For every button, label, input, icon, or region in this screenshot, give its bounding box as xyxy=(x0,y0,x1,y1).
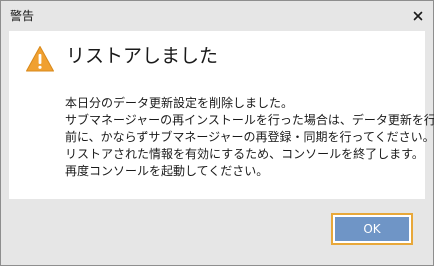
alert-dialog: 警告 リストアしました 本日分のデータ更新設定を削除しました。 サブマネージャー… xyxy=(0,0,434,266)
message-line-1: 本日分のデータ更新設定を削除しました。 xyxy=(65,96,294,110)
ok-button[interactable]: OK xyxy=(335,217,409,241)
message-line-5: 再度コンソールを起動してください。 xyxy=(65,164,269,178)
title-bar[interactable]: 警告 xyxy=(1,1,433,31)
warning-triangle-icon xyxy=(26,46,54,72)
message-line-4: リストアされた情報を有効にするため、コンソールを終了します。 xyxy=(65,147,424,161)
message-line-2: サブマネージャーの再インストールを行った場合は、データ更新を行う xyxy=(65,113,434,127)
ok-button-focus-ring: OK xyxy=(331,213,413,245)
message-line-3: 前に、かならずサブマネージャーの再登録・同期を行ってください。 xyxy=(65,130,434,144)
window-title: 警告 xyxy=(10,9,35,23)
close-icon xyxy=(413,11,423,21)
dialog-heading: リストアしました xyxy=(66,45,219,67)
dialog-content: リストアしました 本日分のデータ更新設定を削除しました。 サブマネージャーの再イ… xyxy=(9,31,434,199)
close-button[interactable] xyxy=(407,5,429,27)
dialog-message: 本日分のデータ更新設定を削除しました。 サブマネージャーの再インストールを行った… xyxy=(65,95,434,180)
